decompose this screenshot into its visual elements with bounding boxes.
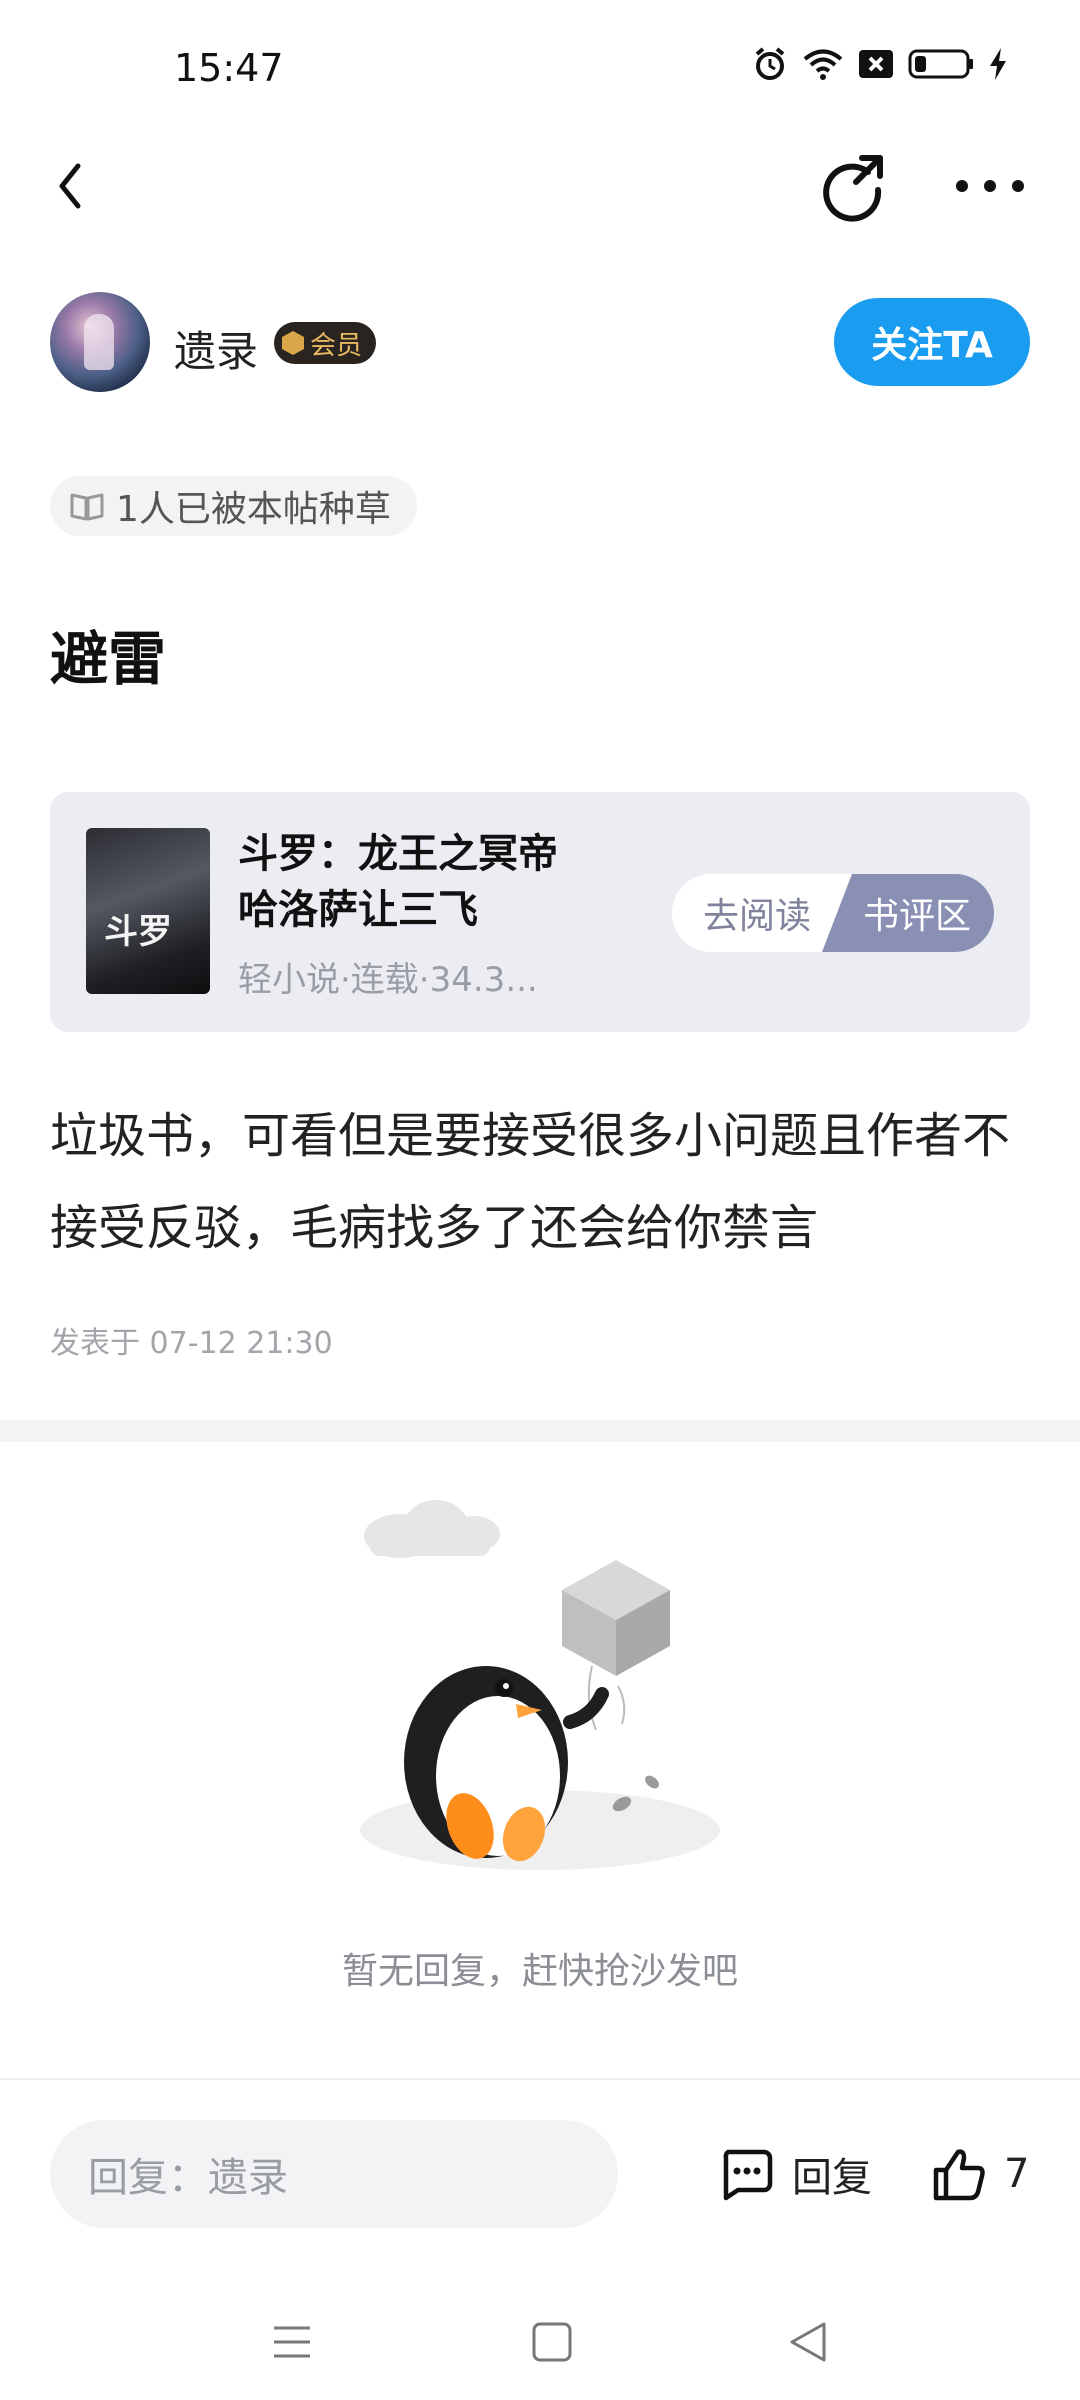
- section-divider: [0, 1420, 1080, 1442]
- grass-tag: 1人已被本帖种草: [50, 476, 417, 536]
- status-bar: 15:47: [0, 0, 1080, 136]
- thumbs-up-icon: [933, 2149, 985, 2201]
- book-card[interactable]: 斗罗 斗罗：龙王之冥帝哈洛萨让三飞 轻小说·连载·34.3... 去阅读 书评区: [50, 792, 1030, 1032]
- book-icon: [70, 493, 104, 521]
- grass-tag-text: 1人已被本帖种草: [116, 489, 391, 530]
- back-icon[interactable]: [44, 150, 104, 222]
- system-back-icon[interactable]: [786, 2318, 830, 2366]
- author-name[interactable]: 遗录: [174, 318, 258, 379]
- vip-badge-label: 会员: [310, 330, 363, 361]
- empty-penguin-illustration: [360, 1500, 720, 1870]
- post-time: 发表于 07-12 21:30: [50, 1326, 333, 1361]
- status-time: 15:47: [174, 46, 284, 90]
- status-icons: [752, 46, 1008, 82]
- empty-state-text: 暂无回复，赶快抢沙发吧: [341, 1951, 738, 1992]
- reply-button-label: 回复: [792, 2155, 872, 2201]
- post-body: 垃圾书，可看但是要接受很多小问题且作者不接受反驳，毛病找多了还会给你禁言: [50, 1108, 1011, 1256]
- system-home-icon[interactable]: [530, 2320, 574, 2364]
- post-title: 避雷: [50, 625, 167, 693]
- avatar[interactable]: [50, 292, 150, 392]
- vip-hex-icon: [282, 331, 304, 355]
- system-menu-icon[interactable]: [270, 2320, 314, 2364]
- book-cover-text: 斗罗: [104, 912, 172, 952]
- battery-icon: [908, 49, 973, 79]
- read-button[interactable]: 去阅读: [672, 874, 852, 952]
- review-button[interactable]: 书评区: [822, 874, 994, 952]
- vip-badge: 会员: [274, 322, 377, 364]
- book-cover[interactable]: 斗罗: [86, 828, 210, 994]
- comment-icon: [723, 2149, 773, 2201]
- bottom-divider: [0, 2078, 1080, 2080]
- alarm-icon: [755, 47, 785, 80]
- share-icon[interactable]: [816, 150, 888, 222]
- follow-button[interactable]: 关注TA: [834, 298, 1030, 386]
- reply-input[interactable]: 回复：遗录: [50, 2120, 618, 2228]
- reply-button[interactable]: 回复: [718, 2136, 872, 2212]
- system-nav-bar: [0, 2296, 1080, 2400]
- sim-off-icon: [859, 50, 893, 78]
- book-meta: 轻小说·连载·34.3...: [238, 960, 538, 1000]
- wifi-icon: [803, 49, 843, 80]
- more-icon[interactable]: [950, 150, 1030, 222]
- like-count: 7: [1004, 2151, 1030, 2197]
- book-title[interactable]: 斗罗：龙王之冥帝哈洛萨让三飞: [238, 826, 568, 938]
- charging-icon: [990, 48, 1006, 80]
- book-actions: 去阅读 书评区: [672, 874, 994, 952]
- like-button[interactable]: 7: [930, 2136, 1029, 2212]
